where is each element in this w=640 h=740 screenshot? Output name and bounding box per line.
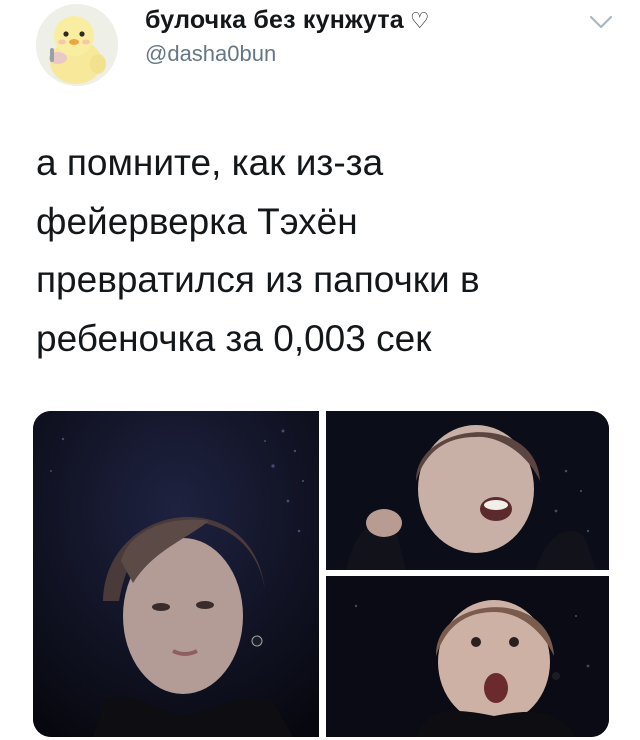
tweet-text: а помните, как из-за фейерверка Тэхён пр… <box>36 134 616 368</box>
photo-shocked-face[interactable] <box>326 576 609 737</box>
media-grid <box>33 411 609 737</box>
tweet-text-line: а помните, как из-за <box>36 142 384 183</box>
display-name[interactable]: булочка без кунжута ♡ <box>145 6 430 35</box>
photo-excited-face[interactable] <box>326 411 609 570</box>
tweet-text-line: превратился из папочки в <box>36 259 480 300</box>
tweet: булочка без кунжута ♡ @dasha0bun а помнит… <box>0 0 640 740</box>
user-handle[interactable]: @dasha0bun <box>145 41 276 67</box>
photo-calm-face[interactable] <box>33 411 319 737</box>
tweet-text-line: ребеночка за 0,003 сек <box>36 317 432 359</box>
display-name-text: булочка без кунжута <box>145 6 404 34</box>
chevron-down-icon[interactable] <box>588 12 614 32</box>
heart-icon: ♡ <box>409 8 430 33</box>
avatar[interactable] <box>36 4 118 86</box>
tweet-text-line: фейерверка Тэхён <box>36 200 358 242</box>
duckling-avatar-icon <box>36 4 118 86</box>
